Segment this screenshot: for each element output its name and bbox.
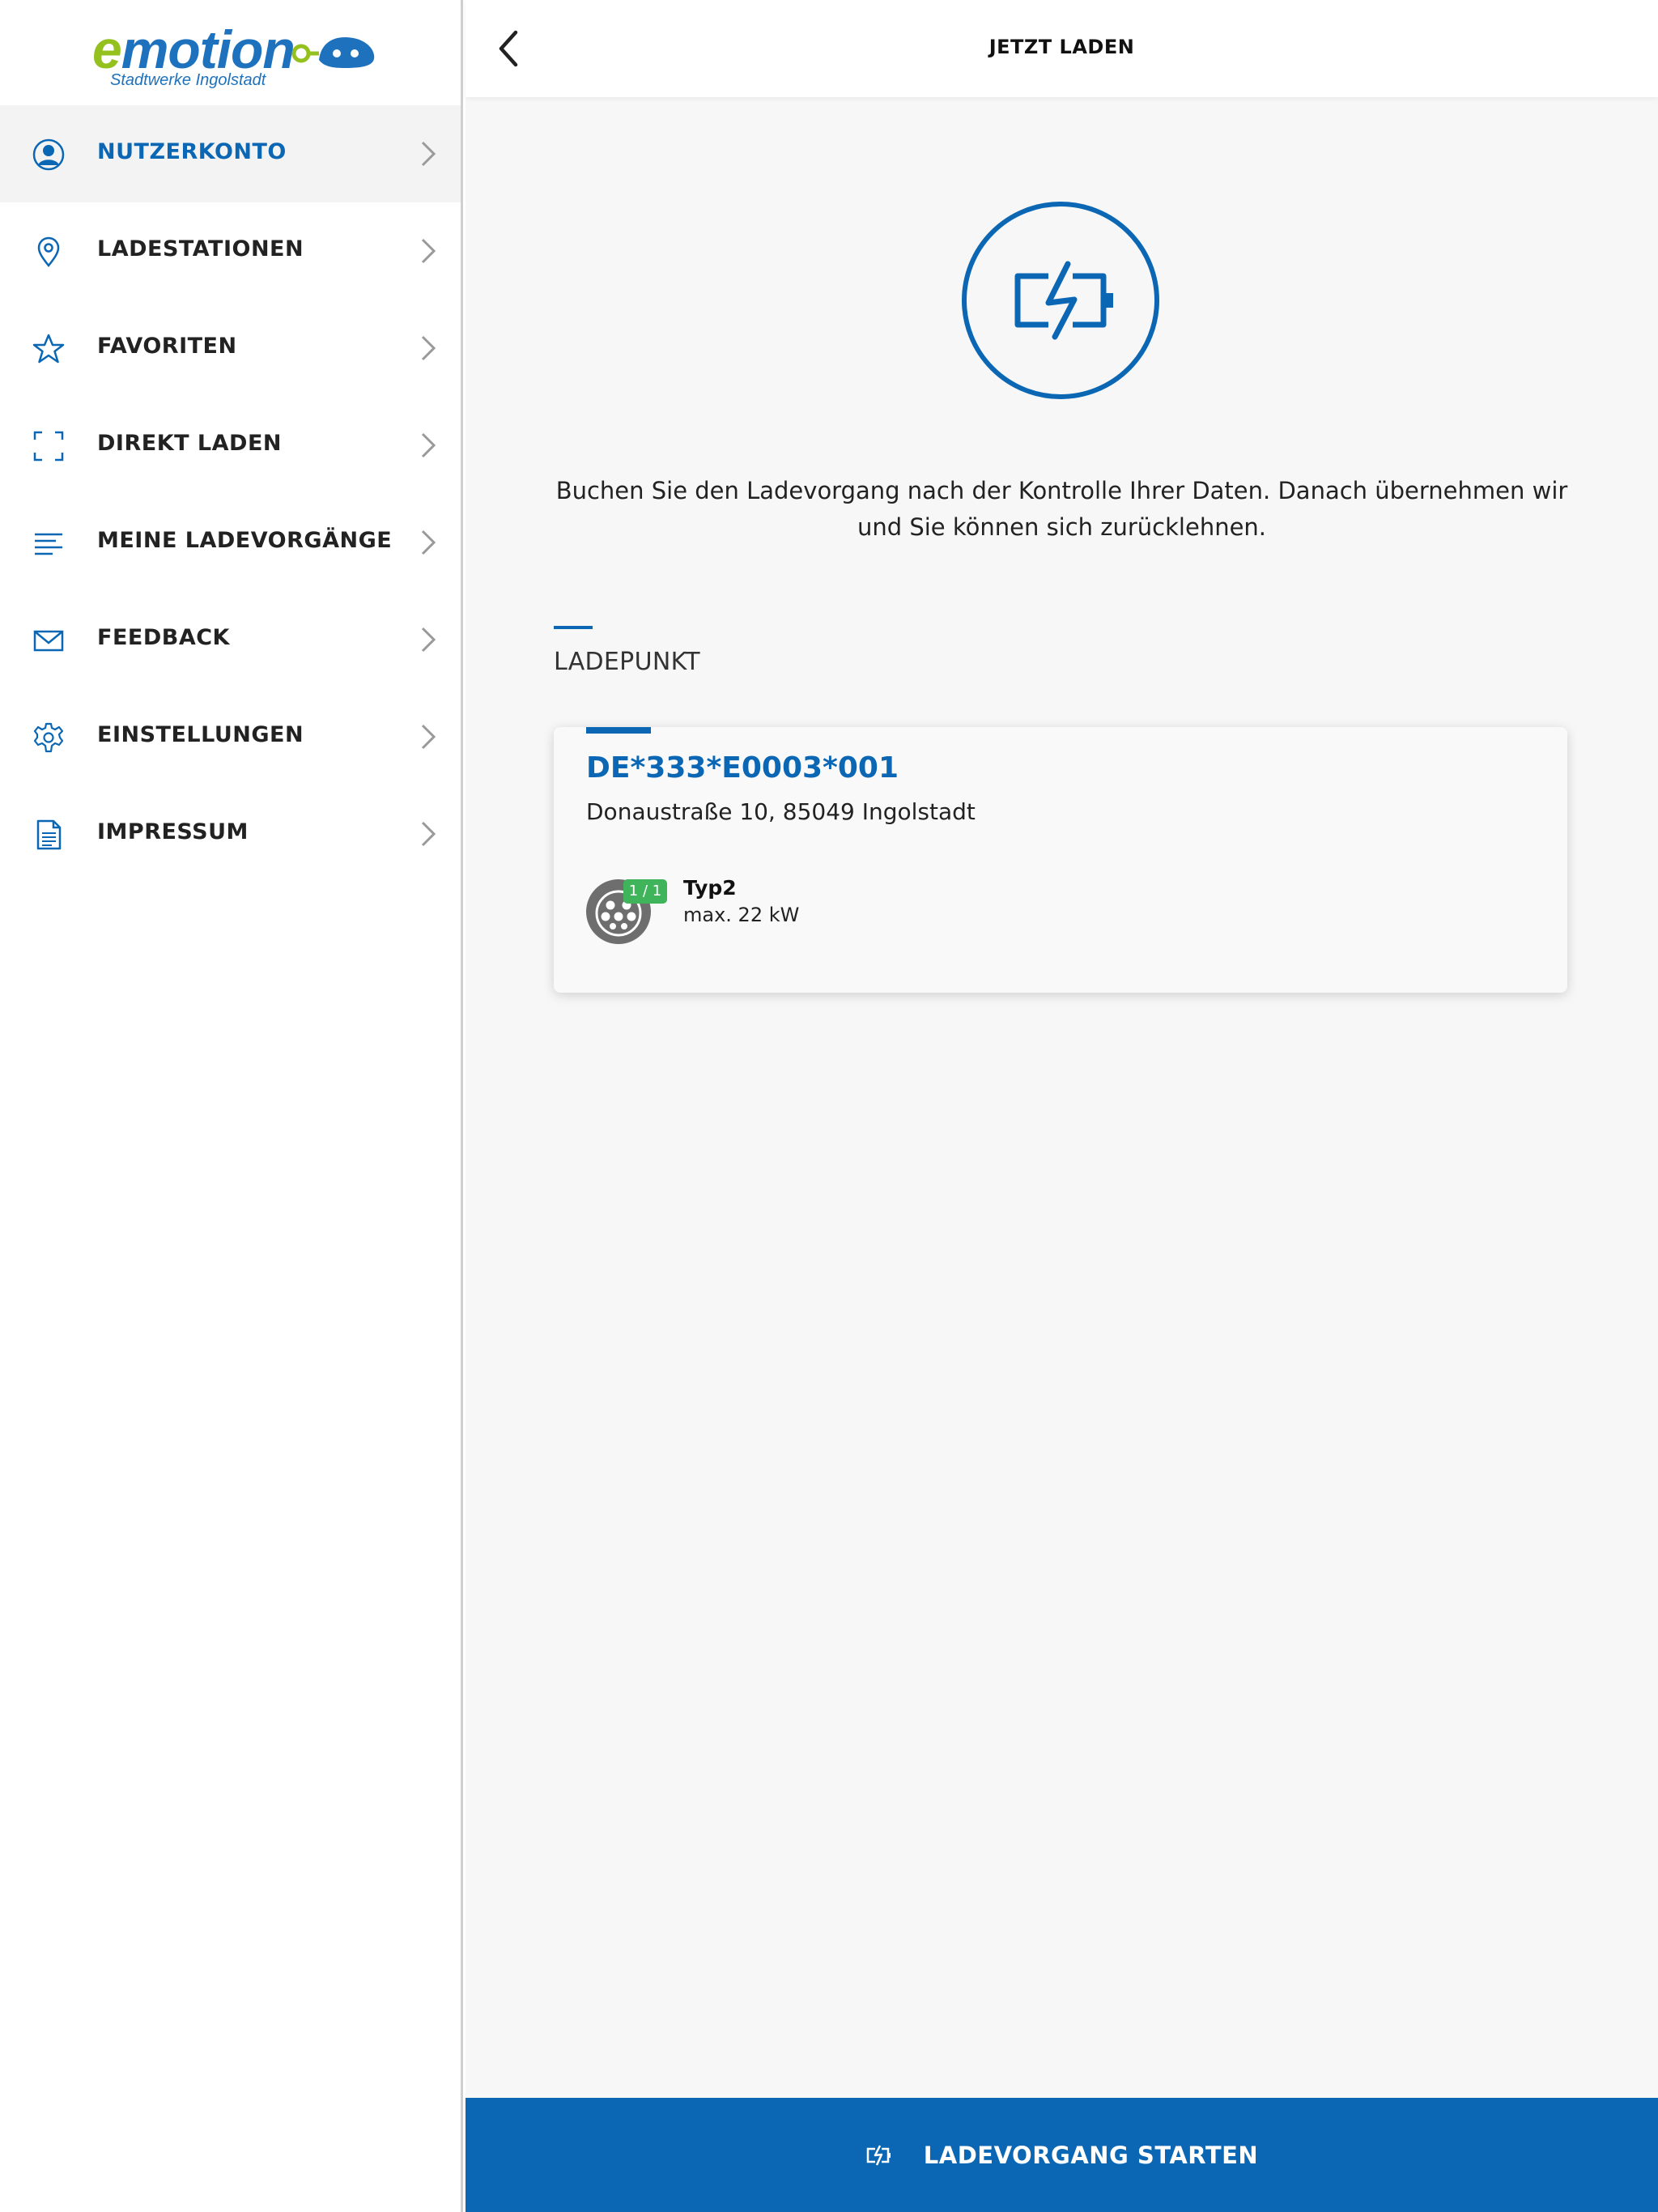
chevron-right-icon — [421, 821, 436, 847]
availability-badge: 1 / 1 — [623, 879, 667, 904]
sidebar-item-meine-ladevorgaenge[interactable]: MEINE LADEVORGÄNGE — [0, 494, 461, 591]
chevron-right-icon — [421, 530, 436, 555]
intro-text: Buchen Sie den Ladevorgang nach der Kont… — [555, 477, 1568, 541]
main-content: JETZT LADEN Buchen Sie den Ladevorgang n… — [466, 0, 1658, 2212]
plug-max-power: max. 22 kW — [683, 904, 800, 926]
car-plug-icon — [291, 37, 375, 68]
sidebar-item-label: FAVORITEN — [97, 334, 237, 359]
chargepoint-id: DE*333*E0003*001 — [586, 751, 899, 785]
card-accent — [586, 727, 651, 734]
sidebar-item-label: LADESTATIONEN — [97, 236, 304, 262]
logo-subtitle: Stadtwerke Ingolstadt — [110, 71, 266, 89]
logo-wordmark-rest: motion — [121, 19, 295, 79]
sidebar-item-label: EINSTELLUNGEN — [97, 722, 304, 747]
section-accent — [554, 626, 593, 629]
sidebar-item-impressum[interactable]: IMPRESSUM — [0, 785, 461, 883]
start-charging-label: LADEVORGANG STARTEN — [923, 2141, 1259, 2169]
sidebar-item-label: DIREKT LADEN — [97, 431, 282, 456]
sidebar-item-direkt-laden[interactable]: DIREKT LADEN — [0, 397, 461, 494]
sidebar-item-favoriten[interactable]: FAVORITEN — [0, 300, 461, 397]
gear-icon — [33, 722, 64, 753]
charging-battery-icon — [962, 202, 1159, 399]
chargepoint-address: Donaustraße 10, 85049 Ingolstadt — [586, 798, 976, 825]
page-title: JETZT LADEN — [988, 36, 1135, 58]
sidebar-item-label: NUTZERKONTO — [97, 139, 287, 164]
scan-frame-icon — [33, 431, 64, 462]
star-icon — [32, 334, 65, 364]
section-title: LADEPUNKT — [554, 648, 700, 676]
sidebar-item-nutzerkonto[interactable]: NUTZERKONTO — [0, 105, 461, 202]
chevron-right-icon — [421, 238, 436, 264]
charging-battery-icon — [866, 2144, 891, 2166]
sidebar-item-einstellungen[interactable]: EINSTELLUNGEN — [0, 688, 461, 785]
main-menu: NUTZERKONTO LADESTATIONEN FAVORITEN DIRE… — [0, 105, 461, 883]
chevron-right-icon — [421, 724, 436, 750]
logo-wordmark-e: e — [92, 19, 122, 79]
chevron-right-icon — [421, 335, 436, 361]
sidebar: emotion Stadtwerke Ingolstadt NUTZERKONT… — [0, 0, 463, 2212]
top-bar: JETZT LADEN — [466, 0, 1658, 97]
chevron-right-icon — [421, 432, 436, 458]
sidebar-item-label: FEEDBACK — [97, 625, 230, 650]
plug-status: 1 / 1 — [586, 873, 667, 946]
start-charging-button[interactable]: LADEVORGANG STARTEN — [466, 2098, 1658, 2212]
list-icon — [35, 533, 62, 555]
sidebar-item-label: MEINE LADEVORGÄNGE — [97, 528, 393, 553]
plug-type: Typ2 — [683, 876, 737, 900]
chevron-right-icon — [421, 141, 436, 167]
sidebar-item-ladestationen[interactable]: LADESTATIONEN — [0, 202, 461, 300]
chargepoint-card[interactable]: DE*333*E0003*001 Donaustraße 10, 85049 I… — [554, 727, 1567, 993]
location-pin-icon — [37, 236, 60, 268]
emotion-logo: emotion Stadtwerke Ingolstadt — [89, 18, 380, 99]
sidebar-item-label: IMPRESSUM — [97, 819, 249, 844]
document-icon — [36, 819, 62, 850]
mail-icon — [33, 630, 64, 652]
user-icon — [32, 138, 65, 171]
sidebar-item-feedback[interactable]: FEEDBACK — [0, 591, 461, 688]
chevron-right-icon — [421, 627, 436, 653]
